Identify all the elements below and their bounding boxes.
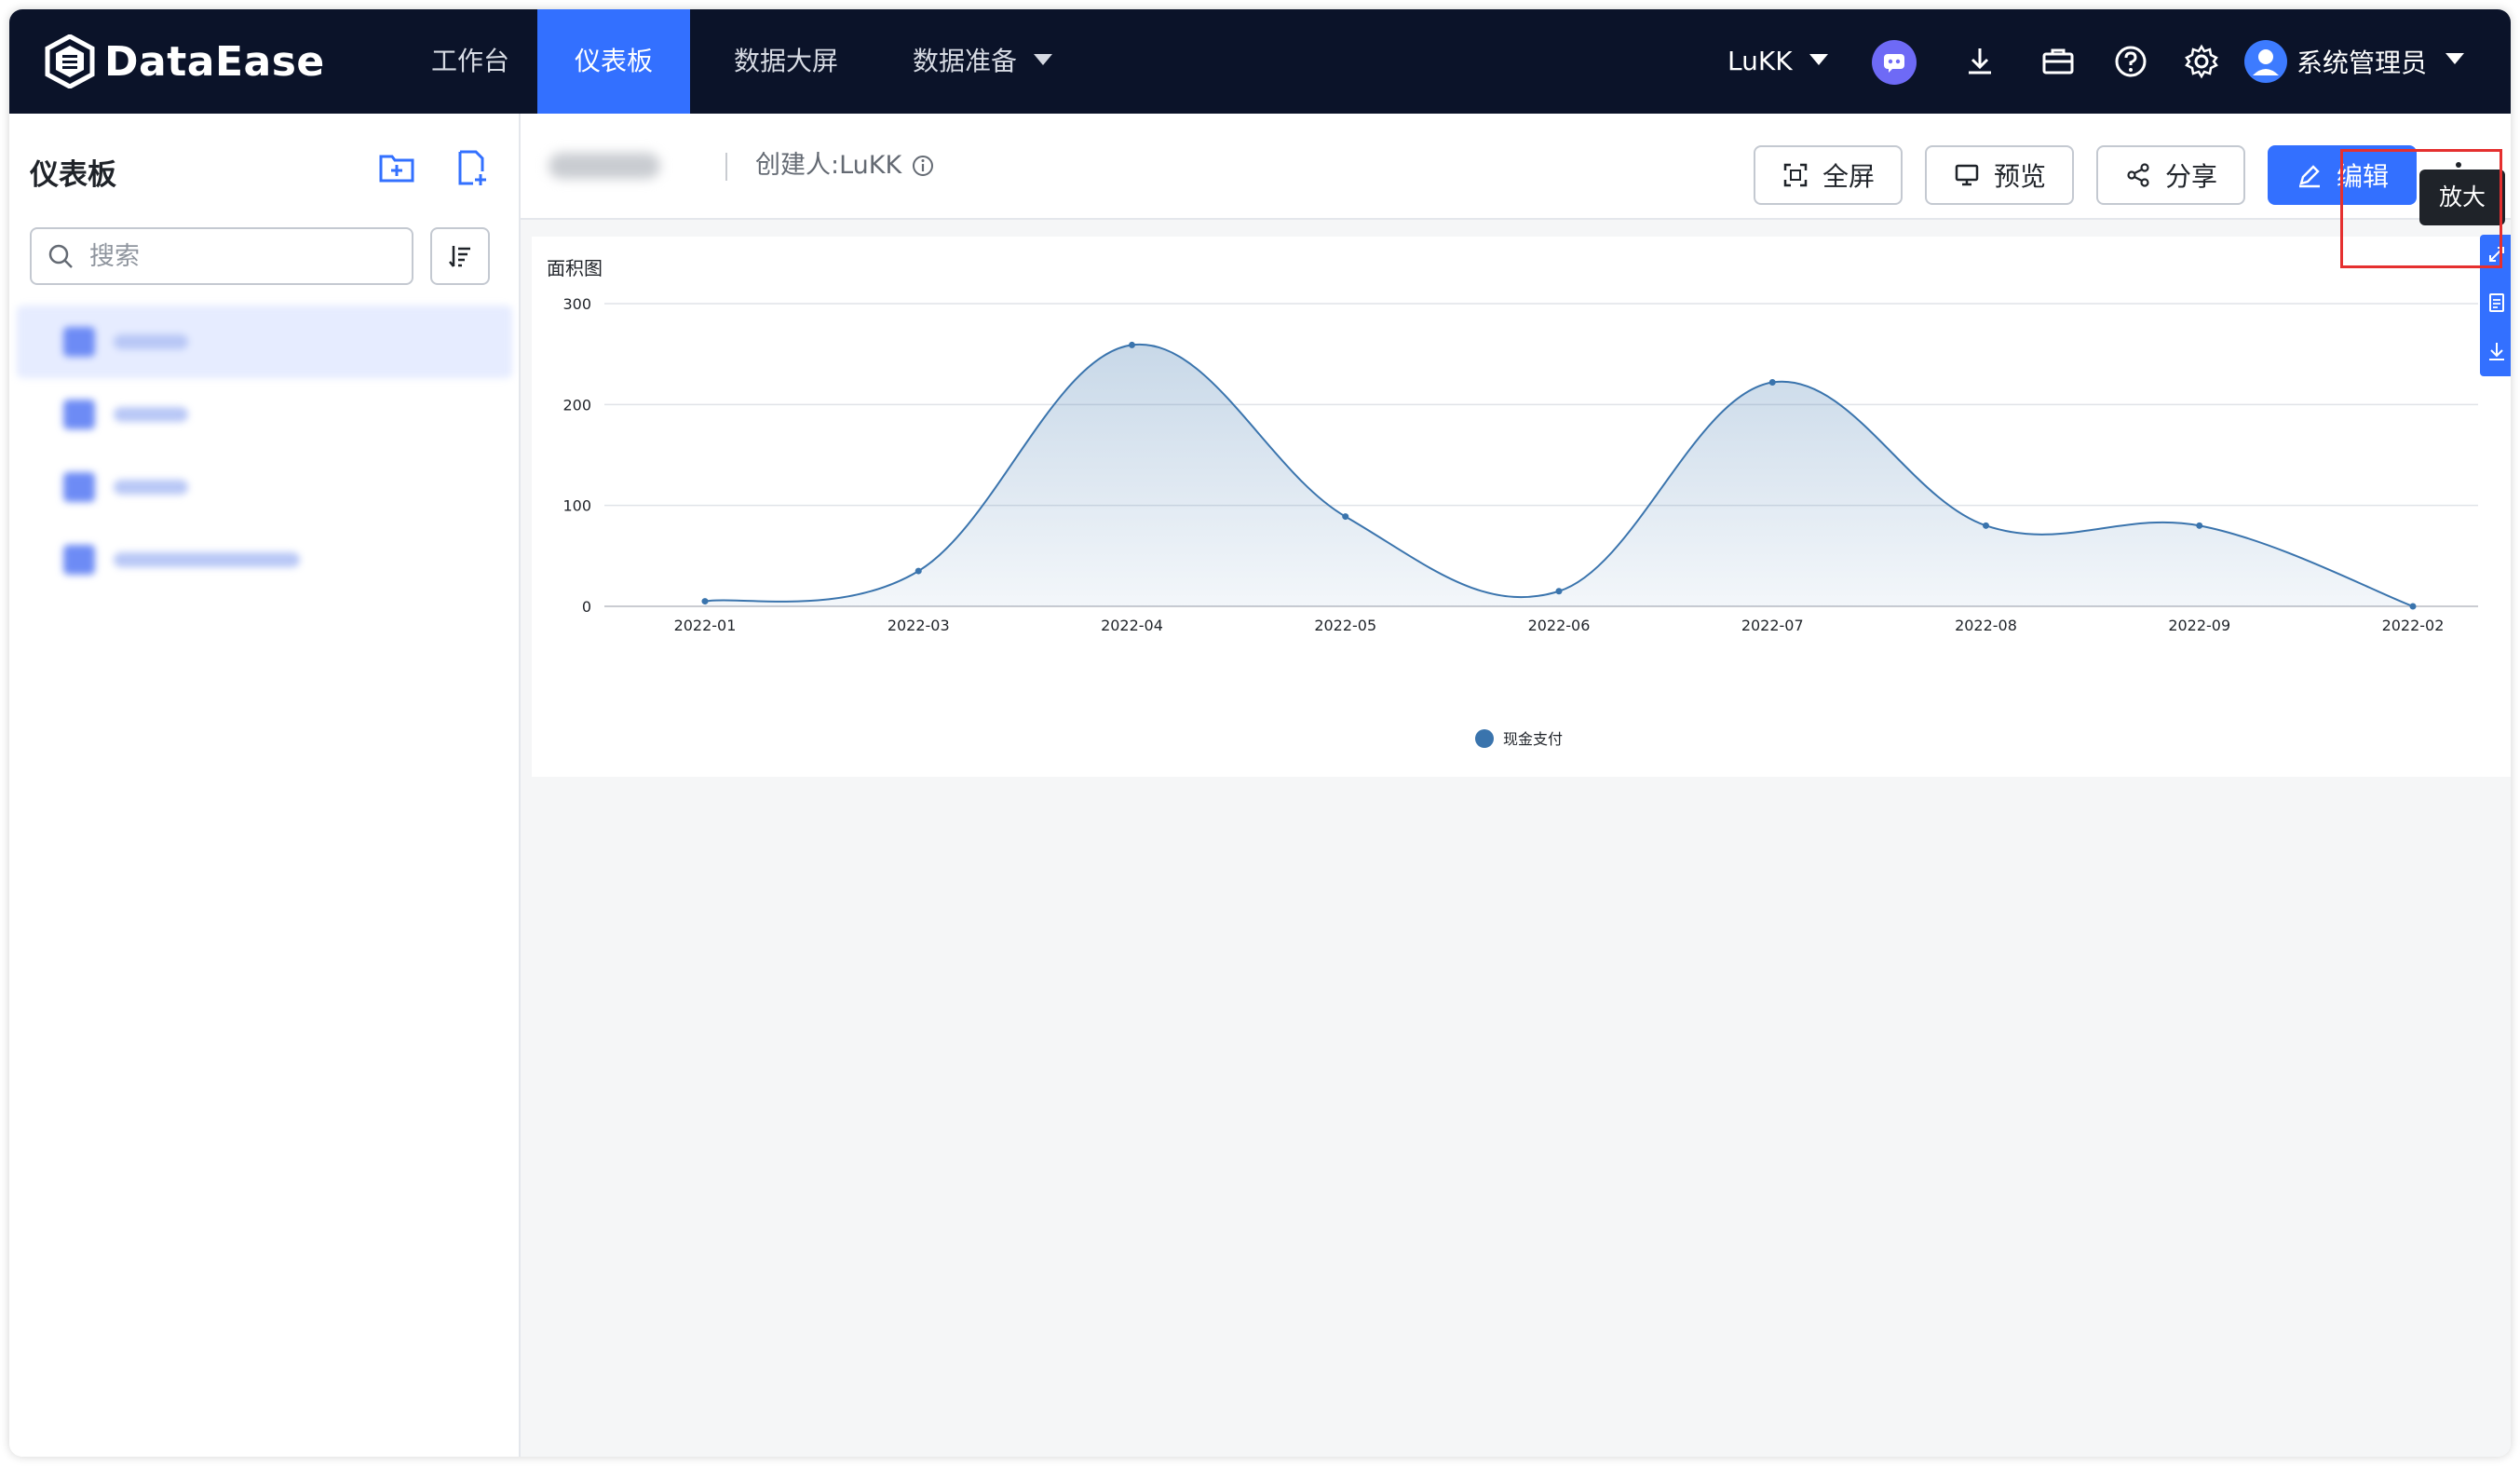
tree-item-label (114, 552, 300, 567)
search-icon (48, 244, 73, 268)
tree-item[interactable] (17, 523, 512, 596)
chevron-down-icon (1034, 54, 1053, 65)
tree-item[interactable] (17, 305, 512, 378)
y-tick-label: 100 (562, 497, 591, 515)
sort-icon (449, 246, 470, 267)
area-chart[interactable]: 0 100 200 300 2022-01 2022-03 2022-04 2022-05 20… (532, 237, 2511, 777)
tree-item[interactable] (17, 451, 512, 523)
data-point (915, 567, 922, 575)
tree-item-label (114, 334, 188, 349)
help-icon[interactable] (2112, 43, 2149, 80)
tree-item-label (114, 480, 188, 495)
org-switcher[interactable]: LuKK (1727, 9, 1828, 114)
main-content: 创建人:LuKK 全屏 预览 分享 编辑 面积图 0 100 200 300 2… (521, 114, 2511, 1457)
fullscreen-button[interactable]: 全屏 (1754, 145, 1903, 205)
data-point (2196, 522, 2203, 529)
dashboard-icon (63, 545, 95, 575)
data-point (1555, 588, 1563, 595)
creator-label: 创建人:LuKK (755, 151, 902, 180)
info-icon[interactable] (911, 154, 935, 178)
x-tick-label: 2022-01 (674, 617, 737, 634)
chevron-down-icon (2445, 53, 2465, 64)
fullscreen-icon (1783, 163, 1808, 187)
dataease-logo-icon (45, 34, 95, 88)
settings-gear-icon[interactable] (2183, 43, 2220, 80)
x-tick-label: 2022-06 (1528, 617, 1591, 634)
search-input[interactable] (88, 240, 389, 272)
details-list-icon[interactable] (2486, 292, 2507, 313)
logo-text: DataEase (104, 37, 325, 86)
edit-pencil-icon (2298, 165, 2320, 188)
share-icon (2127, 163, 2149, 187)
data-point (1768, 379, 1776, 386)
tree-item-label (114, 407, 188, 422)
download-icon[interactable] (1961, 43, 1998, 80)
nav-data-prep[interactable]: 数据准备 (875, 9, 1090, 114)
legend-label: 现金支付 (1503, 730, 1563, 748)
app-window: DataEase 工作台 仪表板 数据大屏 数据准备 LuKK 系统管理员 仪表… (9, 9, 2511, 1457)
area-fill (705, 344, 2413, 606)
x-tick-label: 2022-03 (887, 617, 950, 634)
data-point (1129, 341, 1135, 348)
x-tick-label: 2022-08 (1955, 617, 2017, 634)
dashboard-icon (63, 472, 95, 502)
x-tick-label: 2022-02 (2382, 617, 2445, 634)
nav-data-prep-label: 数据准备 (913, 46, 1018, 76)
dashboard-name (549, 153, 660, 179)
tree-item[interactable] (17, 378, 512, 451)
user-icon (2253, 49, 2279, 75)
y-tick-label: 300 (562, 295, 591, 313)
legend-marker (1475, 729, 1494, 748)
toolbox-icon[interactable] (2039, 43, 2077, 80)
org-name: LuKK (1727, 46, 1793, 76)
creator-info: 创建人:LuKK (755, 142, 935, 190)
user-name: 系统管理员 (2296, 48, 2428, 78)
x-tick-label: 2022-07 (1741, 617, 1804, 634)
divider (725, 153, 727, 181)
data-point (1342, 513, 1349, 521)
dashboard-icon (63, 327, 95, 357)
sidebar-title: 仪表板 (30, 158, 116, 192)
ai-assistant-icon[interactable] (1872, 40, 1917, 85)
x-tick-label: 2022-05 (1314, 617, 1376, 634)
new-folder-icon[interactable] (376, 147, 417, 188)
export-download-icon[interactable] (2486, 341, 2507, 361)
highlight-box (2340, 149, 2502, 268)
monitor-icon (1955, 164, 1979, 186)
avatar (2244, 40, 2287, 83)
sidebar: 仪表板 (9, 114, 521, 1457)
chat-bot-icon (1884, 54, 1904, 73)
share-label: 分享 (2164, 161, 2217, 192)
chevron-down-icon (1809, 54, 1828, 65)
x-tick-label: 2022-09 (2168, 617, 2230, 634)
nav-dashboard[interactable]: 仪表板 (537, 9, 690, 114)
share-button[interactable]: 分享 (2096, 145, 2245, 205)
data-point (701, 598, 709, 605)
preview-label: 预览 (1993, 161, 2046, 192)
dashboard-icon (63, 400, 95, 429)
y-tick-label: 200 (562, 396, 591, 414)
top-navbar: DataEase 工作台 仪表板 数据大屏 数据准备 LuKK 系统管理员 (9, 9, 2511, 114)
sort-button[interactable] (430, 227, 490, 285)
sidebar-search[interactable] (30, 227, 413, 285)
chart-card: 面积图 0 100 200 300 2022-01 2022-03 2022-04 2022-… (532, 237, 2511, 777)
nav-data-screen[interactable]: 数据大屏 (697, 9, 875, 114)
nav-workbench[interactable]: 工作台 (394, 9, 547, 114)
user-menu[interactable]: 系统管理员 (2244, 37, 2465, 86)
data-point (2409, 603, 2417, 610)
y-tick-label: 0 (582, 598, 591, 616)
preview-button[interactable]: 预览 (1925, 145, 2074, 205)
dashboard-toolbar: 创建人:LuKK 全屏 预览 分享 编辑 (521, 114, 2511, 220)
fullscreen-label: 全屏 (1822, 161, 1875, 192)
data-point (1983, 522, 1989, 529)
new-dashboard-icon[interactable] (451, 147, 492, 188)
x-tick-label: 2022-04 (1101, 617, 1163, 634)
logo[interactable]: DataEase (43, 32, 325, 91)
